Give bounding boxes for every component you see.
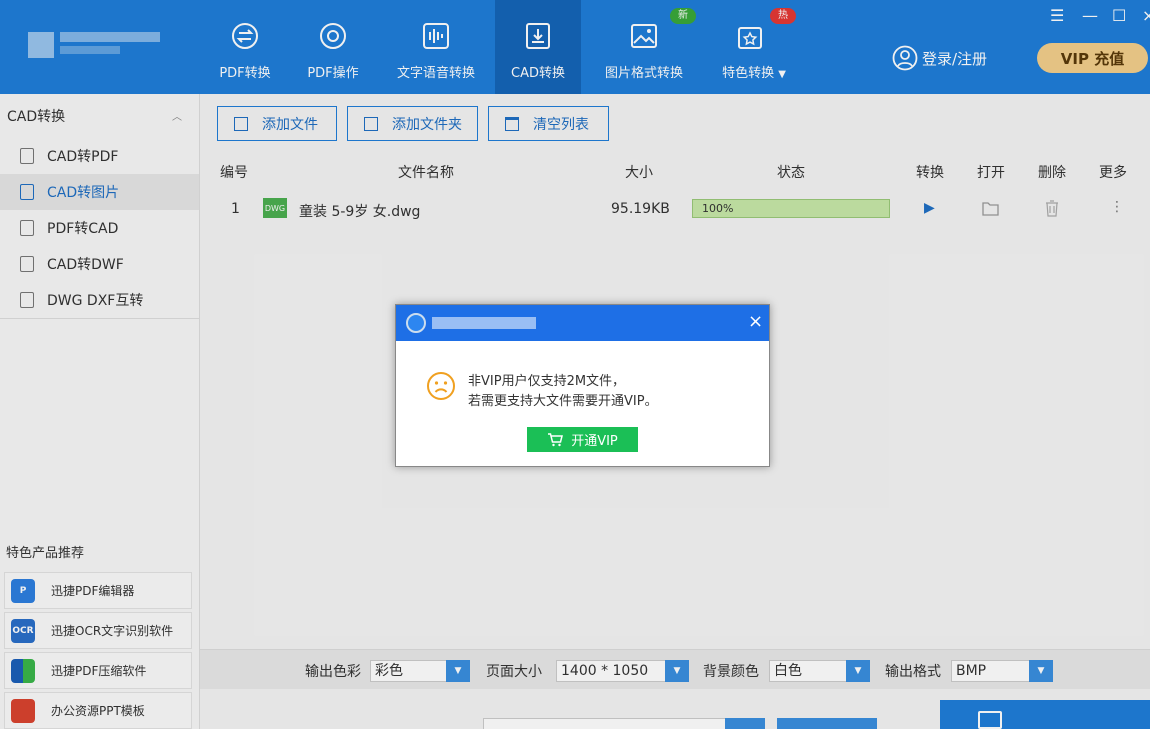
close-icon[interactable]: ×	[748, 312, 763, 332]
dialog-title-bar: ×	[396, 305, 769, 341]
dialog-message-line1: 非VIP用户仅支持2M文件，	[468, 374, 626, 389]
open-vip-button[interactable]: 开通VIP	[527, 427, 638, 452]
dialog-title-blurred	[432, 317, 536, 329]
open-vip-label: 开通VIP	[571, 434, 618, 449]
sad-face-icon	[427, 372, 455, 400]
app-logo-icon	[406, 313, 426, 333]
cart-icon	[548, 432, 564, 446]
vip-limit-dialog: × 非VIP用户仅支持2M文件， 若需更支持大文件需要开通VIP。 开通VIP	[395, 304, 770, 467]
dialog-message-line2: 若需更支持大文件需要开通VIP。	[468, 394, 658, 409]
